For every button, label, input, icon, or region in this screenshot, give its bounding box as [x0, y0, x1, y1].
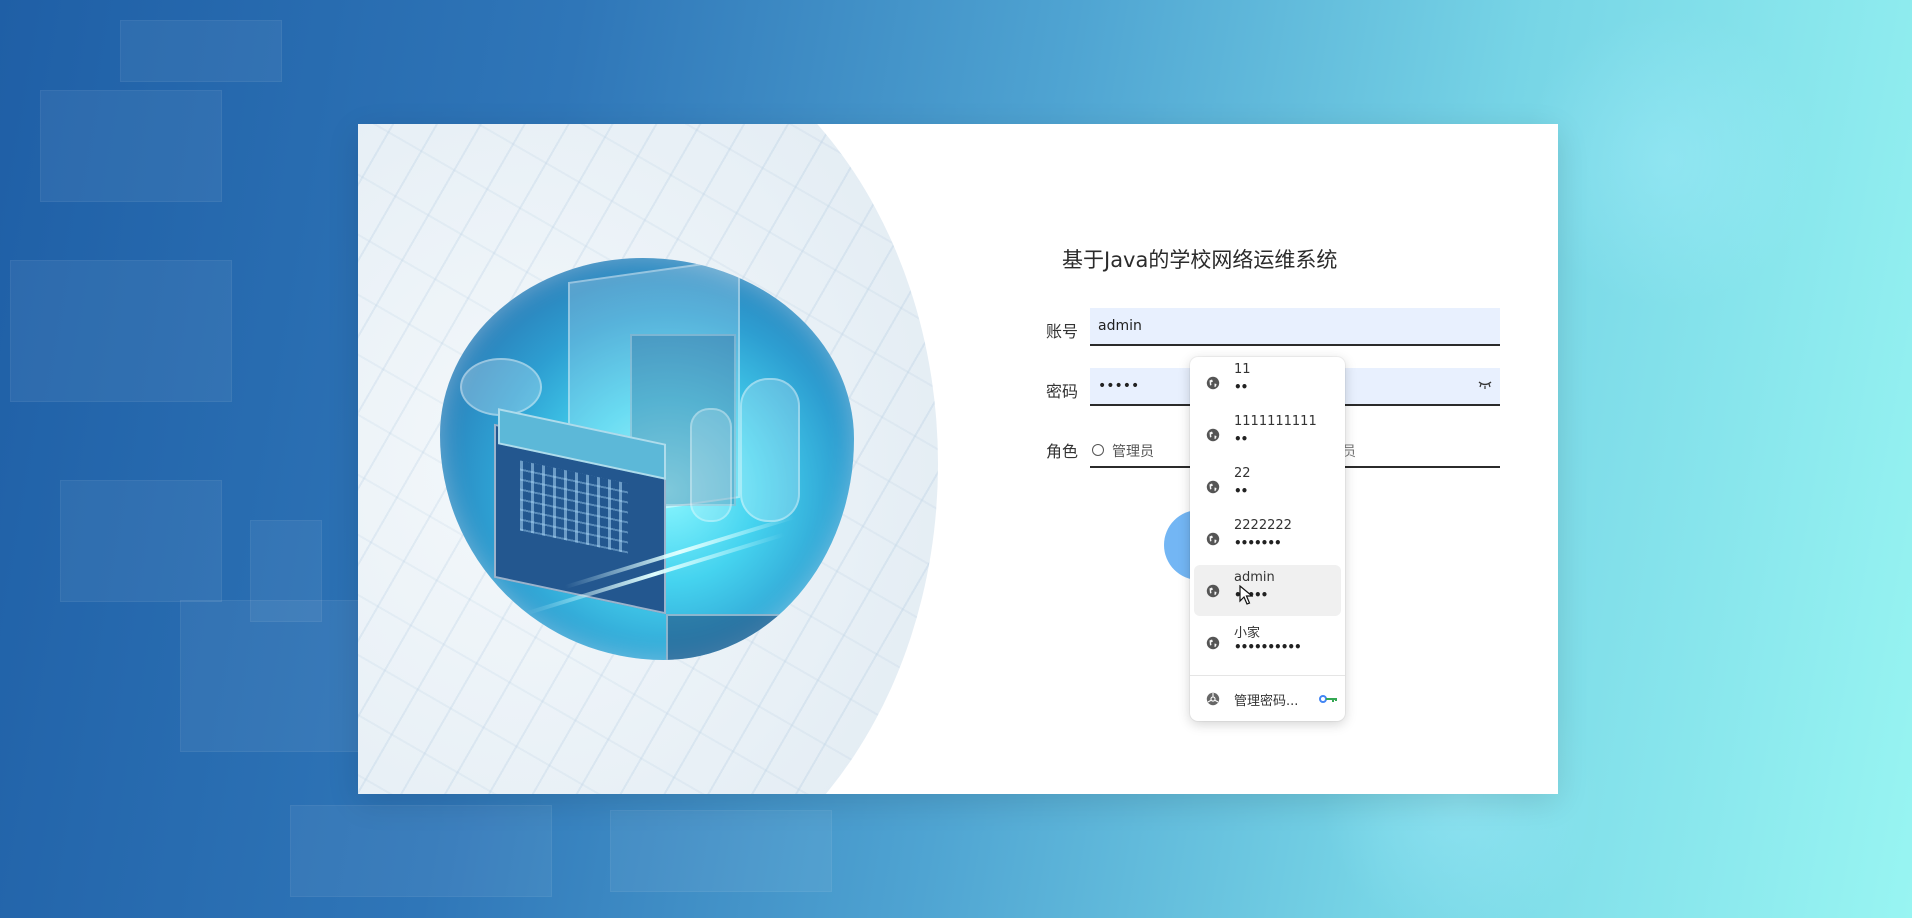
- key-icon: [1319, 695, 1337, 703]
- autofill-item[interactable]: 22 ••: [1194, 461, 1341, 512]
- autofill-username: 1111111111: [1234, 414, 1317, 429]
- autofill-password: ••: [1234, 380, 1248, 394]
- globe-icon: [1206, 480, 1220, 494]
- chrome-icon: [1206, 692, 1220, 706]
- globe-icon: [1206, 428, 1220, 442]
- eye-closed-icon[interactable]: [1478, 379, 1492, 389]
- account-label: 账号: [1046, 322, 1079, 341]
- login-illustration: [358, 124, 978, 794]
- manage-passwords-label: 管理密码...: [1234, 694, 1299, 709]
- autofill-username: 22: [1234, 466, 1251, 481]
- autofill-username: admin: [1234, 570, 1275, 585]
- password-autofill-menu: 11 •• 1111111111 •• 22 •• 2222222 ••••••…: [1190, 357, 1345, 721]
- role-admin-radio[interactable]: [1092, 444, 1104, 456]
- autofill-item[interactable]: 1111111111 ••: [1194, 409, 1341, 460]
- role-admin-label[interactable]: 管理员: [1112, 441, 1154, 461]
- login-card: 基于Java的学校网络运维系统 账号 密码 角色 管理员 员: [358, 124, 1558, 794]
- globe-icon: [1206, 376, 1220, 390]
- autofill-password: •••••••: [1234, 536, 1282, 550]
- password-label: 密码: [1046, 382, 1079, 401]
- autofill-item-hovered[interactable]: admin •••••: [1194, 565, 1341, 616]
- account-input[interactable]: [1090, 308, 1500, 344]
- autofill-password: ••: [1234, 484, 1248, 498]
- globe-icon: [1206, 584, 1220, 598]
- autofill-password: ••••••••••: [1234, 640, 1302, 654]
- autofill-username: 小家: [1234, 626, 1261, 641]
- system-title: 基于Java的学校网络运维系统: [1062, 248, 1338, 272]
- role-label: 角色: [1046, 442, 1079, 461]
- autofill-item[interactable]: 小家 ••••••••••: [1194, 617, 1341, 668]
- autofill-item[interactable]: 2222222 •••••••: [1194, 513, 1341, 564]
- autofill-password: ••: [1234, 432, 1248, 446]
- manage-passwords-item[interactable]: 管理密码...: [1194, 681, 1341, 717]
- mouse-cursor-icon: [1239, 585, 1253, 605]
- autofill-divider: [1190, 675, 1345, 676]
- account-field[interactable]: [1090, 308, 1500, 346]
- globe-icon: [1206, 636, 1220, 650]
- globe-icon: [1206, 532, 1220, 546]
- autofill-username: 11: [1234, 362, 1251, 377]
- autofill-username: 2222222: [1234, 518, 1292, 533]
- autofill-item[interactable]: 11 ••: [1194, 357, 1341, 408]
